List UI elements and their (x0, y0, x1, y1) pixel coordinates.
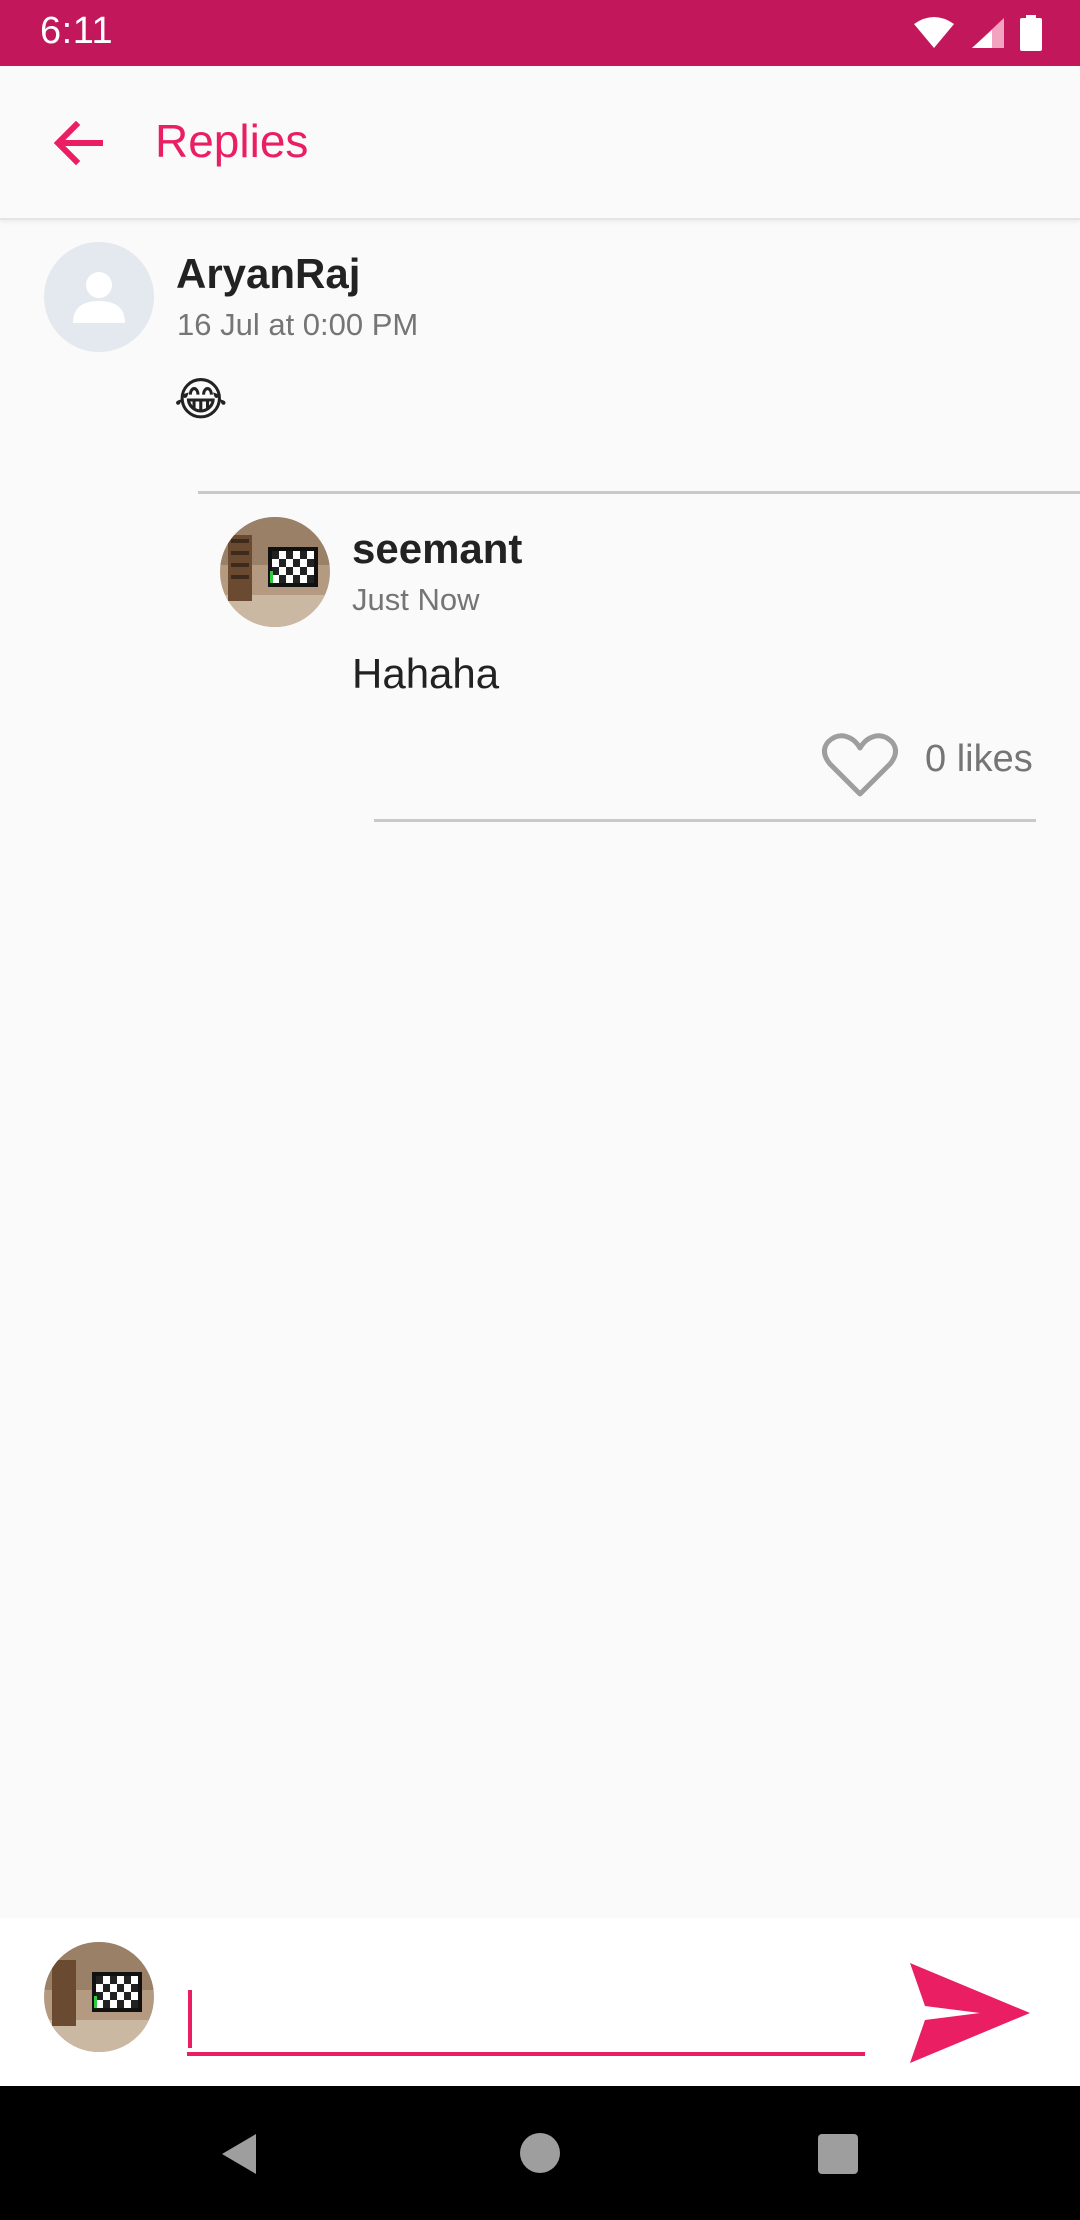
avatar[interactable] (220, 517, 330, 627)
reply-composer (0, 1918, 1080, 2086)
comment-timestamp: 16 Jul at 0:00 PM (177, 307, 419, 342)
system-nav-bar (0, 2086, 1080, 2220)
likes-count: 0 likes (925, 738, 1033, 780)
profile-photo (44, 1942, 154, 2052)
reply-author[interactable]: seemant (352, 525, 522, 573)
reply-text: Hahaha (352, 650, 500, 697)
page-title: Replies (155, 115, 309, 167)
avatar (44, 1942, 154, 2052)
signal-icon (972, 18, 1004, 48)
nav-recents-icon[interactable] (818, 2134, 858, 2174)
avatar[interactable] (44, 242, 154, 352)
divider (374, 819, 1036, 822)
default-user-icon (73, 272, 125, 323)
battery-icon (1020, 15, 1042, 51)
status-bar: 6:11 (0, 0, 1080, 66)
nav-home-icon[interactable] (520, 2133, 560, 2173)
arrow-left-icon (53, 121, 103, 165)
app-bar: Replies (0, 66, 1080, 220)
profile-photo (220, 517, 330, 627)
status-icons (912, 14, 1042, 52)
send-button[interactable] (905, 1958, 1035, 2068)
wifi-icon (914, 17, 954, 48)
divider (198, 491, 1080, 494)
like-button[interactable] (820, 730, 900, 800)
back-button[interactable] (40, 111, 116, 175)
reply-input[interactable] (187, 1984, 865, 2056)
nav-back-icon[interactable] (220, 2132, 258, 2176)
text-cursor (188, 1990, 192, 2048)
status-time: 6:11 (40, 10, 114, 52)
reply-timestamp: Just Now (352, 582, 480, 617)
heart-outline-icon (822, 733, 898, 797)
comment-text: 😂 (174, 373, 228, 425)
send-icon (910, 1963, 1030, 2063)
comment-author[interactable]: AryanRaj (176, 250, 360, 298)
